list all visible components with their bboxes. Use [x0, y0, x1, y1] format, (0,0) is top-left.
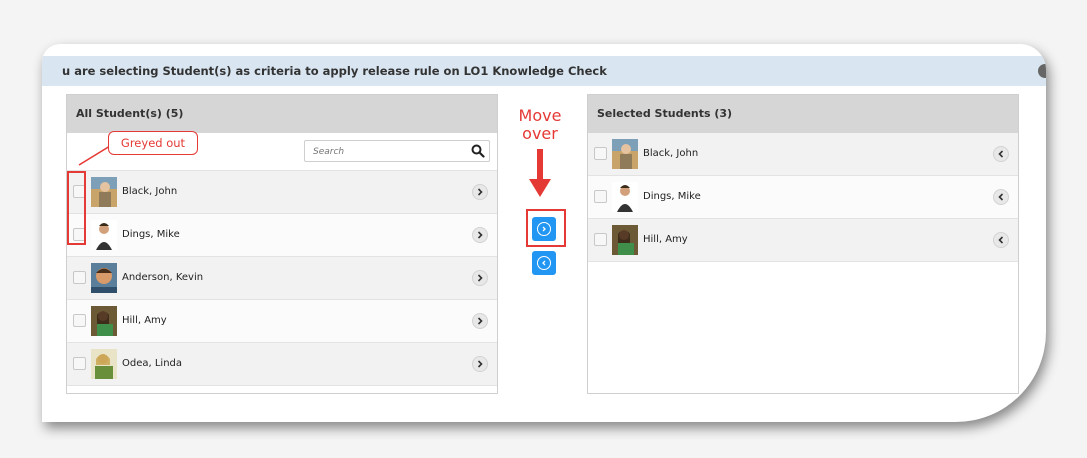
greyed-out-callout: Greyed out: [108, 131, 198, 155]
down-arrow-annotation: [529, 149, 551, 197]
checkbox-highlight-box: [67, 171, 86, 245]
move-over-annotation: Move over: [515, 107, 565, 143]
move-over-line2: over: [522, 124, 558, 143]
move-over-line1: Move: [518, 106, 562, 125]
move-right-highlight-box: [526, 209, 566, 247]
